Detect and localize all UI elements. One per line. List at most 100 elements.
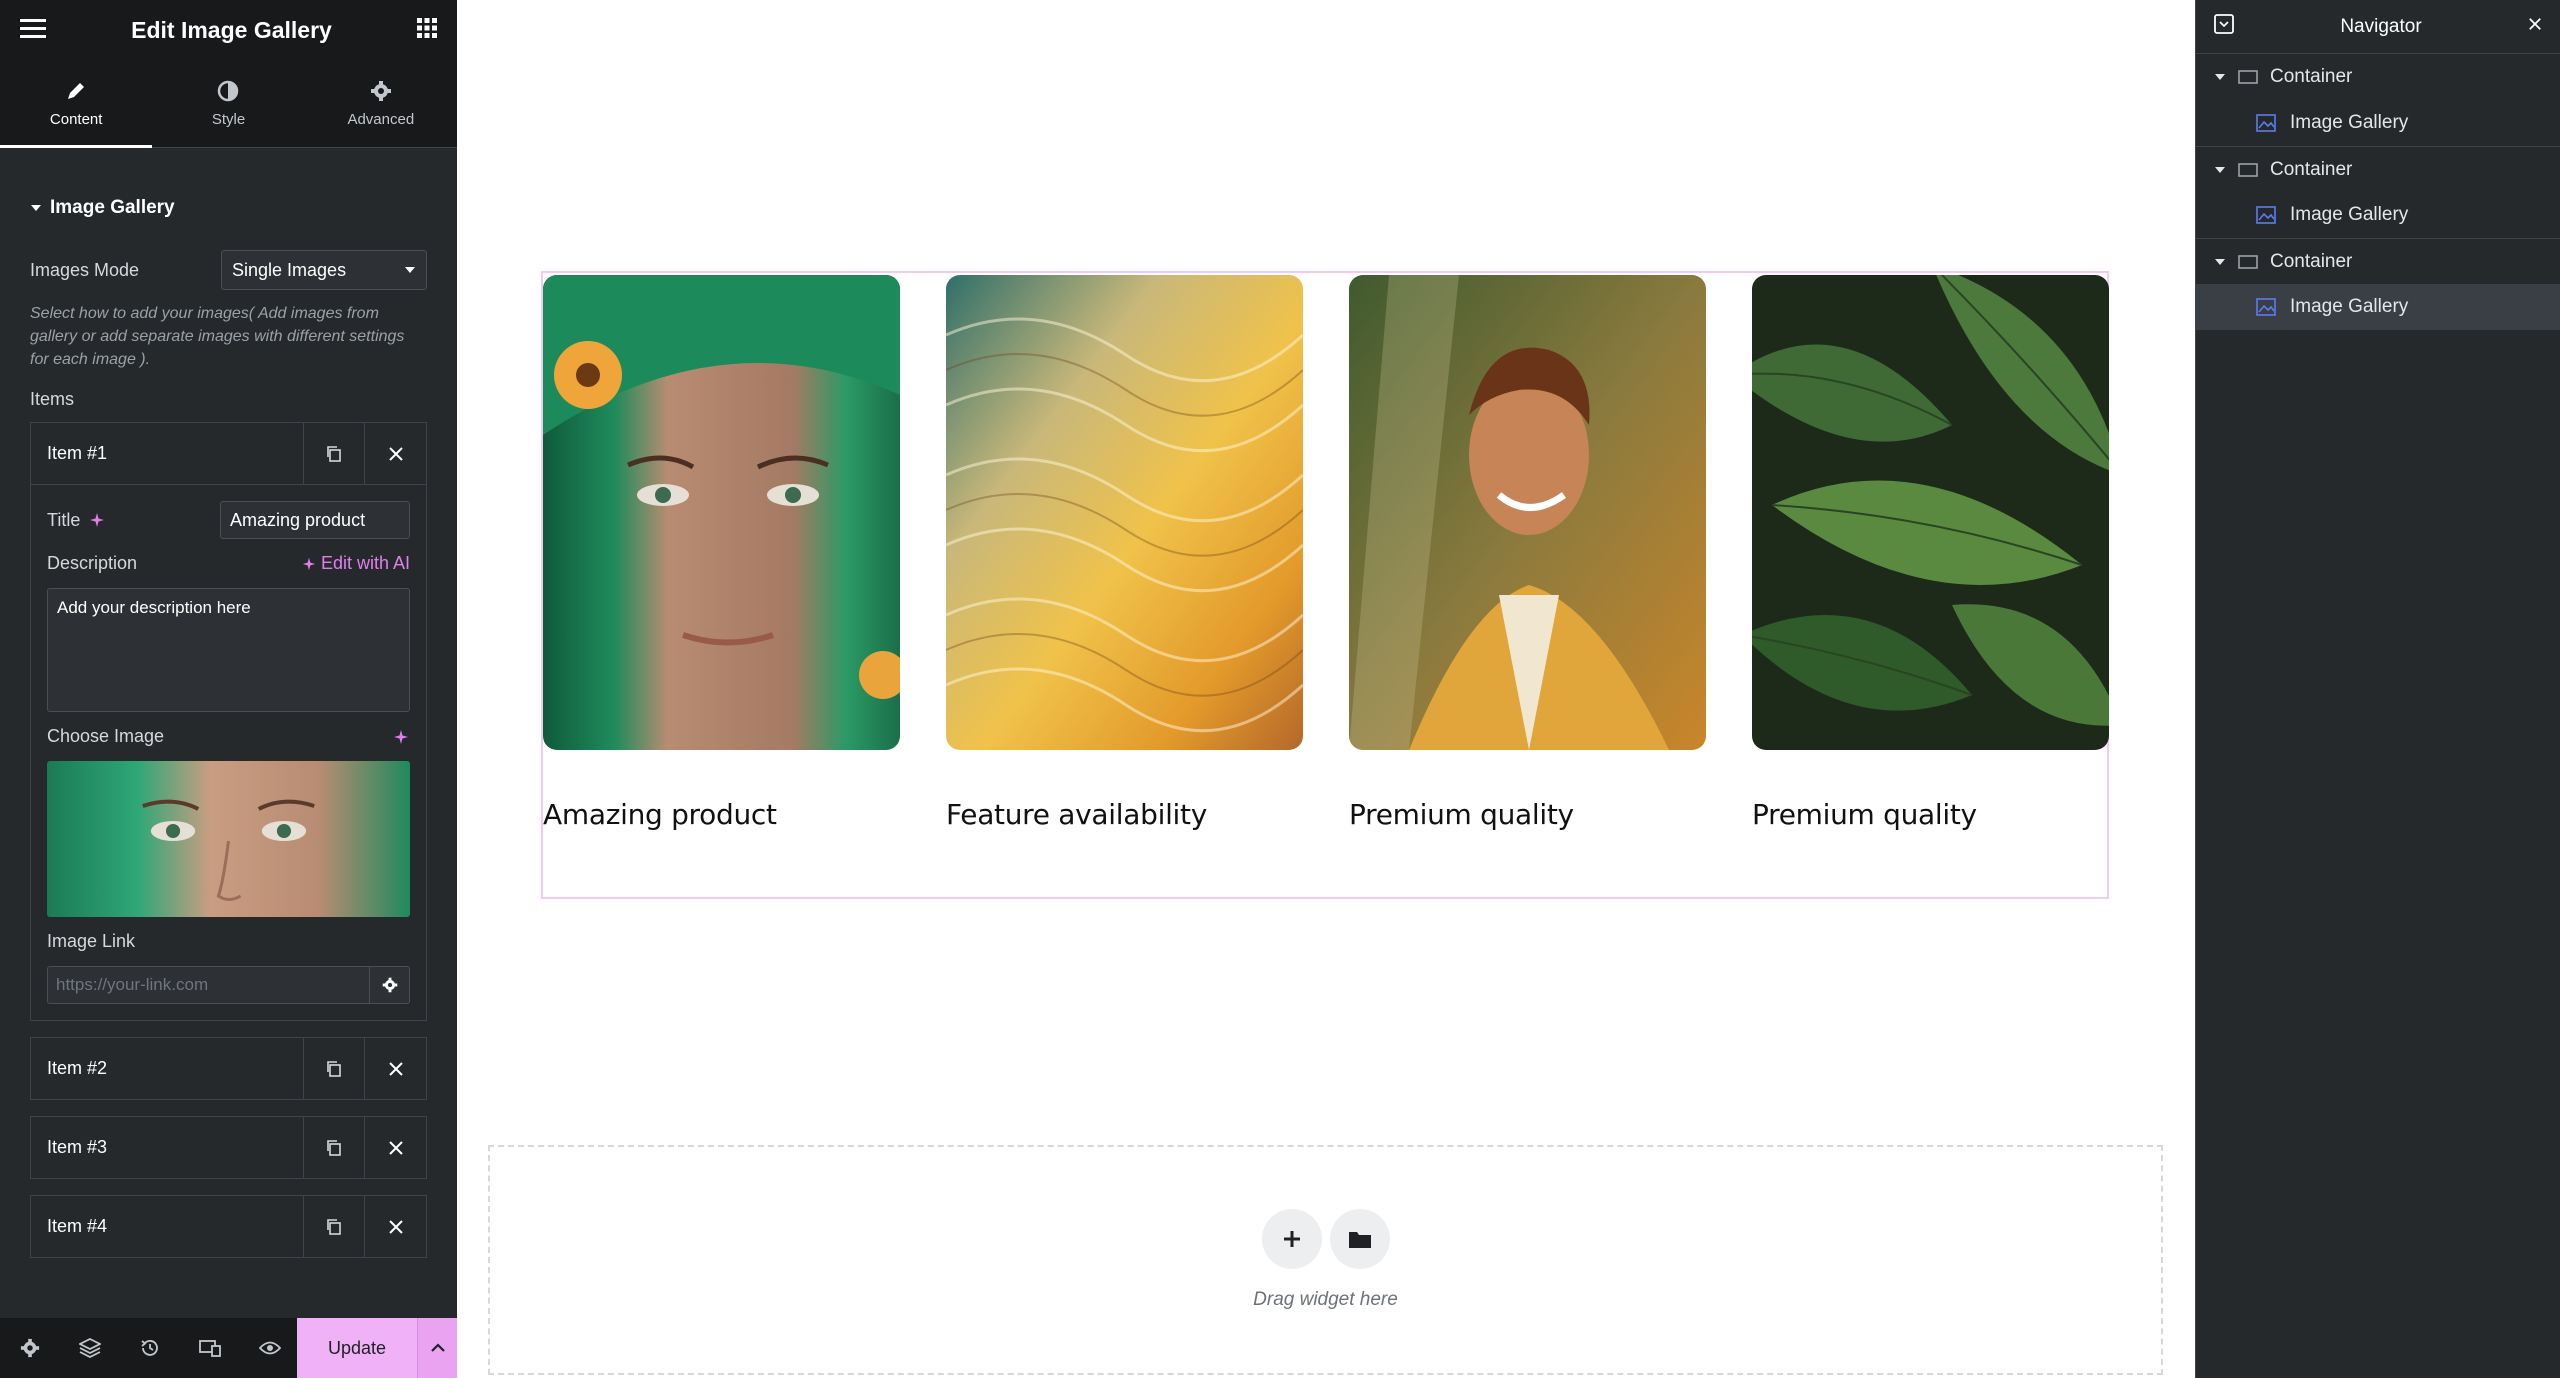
close-icon[interactable] [365, 423, 426, 484]
title-label-wrap: Title [47, 510, 106, 531]
image-gallery-icon [2256, 206, 2276, 224]
description-textarea[interactable]: Add your description here [47, 588, 410, 712]
items-label: Items [30, 389, 75, 409]
navigator-title: Navigator [2340, 15, 2422, 37]
navigator-container[interactable]: Container [2196, 146, 2560, 192]
link-settings-gear-icon[interactable] [369, 967, 409, 1003]
item-label[interactable]: Item #3 [31, 1117, 304, 1178]
gallery-image[interactable] [1752, 275, 2109, 750]
caret-down-icon[interactable] [2214, 256, 2226, 268]
navigator-label: Container [2270, 250, 2353, 272]
section-title: Image Gallery [50, 197, 175, 218]
repeater-item[interactable]: Item #4 [30, 1195, 427, 1258]
history-icon[interactable] [120, 1318, 180, 1378]
gallery-card[interactable]: Amazing product [543, 275, 900, 831]
description-label: Description [47, 553, 138, 573]
item-label[interactable]: Item #2 [31, 1038, 304, 1099]
tab-content[interactable]: Content [0, 61, 153, 148]
title-input[interactable]: Amazing product [220, 501, 410, 539]
gallery-image[interactable] [543, 275, 900, 750]
tab-label: Content [49, 111, 103, 128]
navigator-header: Navigator [2196, 0, 2560, 54]
preview-eye-icon[interactable] [240, 1318, 300, 1378]
panel-header: Edit Image Gallery [0, 0, 457, 61]
image-gallery-widget[interactable]: Amazing product Feature availability Pre… [541, 271, 2109, 899]
gallery-card[interactable]: Premium quality [1349, 275, 1706, 831]
gallery-image[interactable] [1349, 275, 1706, 750]
tab-label: Style [211, 111, 246, 128]
drop-zone-actions [1261, 1209, 1390, 1269]
close-icon[interactable] [365, 1117, 426, 1178]
editor-canvas: Amazing product Feature availability Pre… [457, 0, 2195, 1378]
images-mode-select[interactable]: Single Images [221, 250, 427, 290]
close-icon[interactable] [365, 1196, 426, 1257]
gallery-image[interactable] [946, 275, 1303, 750]
item-label[interactable]: Item #1 [31, 423, 304, 484]
chevron-down-icon [405, 267, 415, 273]
images-mode-label: Images Mode [30, 259, 140, 280]
add-section-button[interactable] [1261, 1209, 1322, 1269]
repeater-item[interactable]: Item #1 [30, 422, 427, 485]
navigator-label: Image Gallery [2290, 296, 2409, 317]
image-link-field[interactable]: https://your-link.com [47, 966, 410, 1004]
apps-grid-icon[interactable] [416, 18, 437, 43]
contrast-icon [218, 80, 239, 102]
pencil-icon [68, 83, 85, 99]
repeater-item[interactable]: Item #2 [30, 1037, 427, 1100]
navigator-widget[interactable]: Image Gallery [2196, 100, 2560, 146]
navigator-widget-selected[interactable]: Image Gallery [2196, 284, 2560, 330]
edit-with-ai-button[interactable]: Edit with AI [301, 553, 410, 574]
image-gallery-icon [2256, 114, 2276, 132]
ai-sparkle-icon[interactable] [392, 728, 410, 746]
gallery-card[interactable]: Feature availability [946, 275, 1303, 831]
tab-label: Advanced [347, 111, 415, 128]
responsive-icon[interactable] [180, 1318, 240, 1378]
navigator-widget[interactable]: Image Gallery [2196, 192, 2560, 238]
ai-sparkle-icon[interactable] [88, 511, 106, 529]
menu-icon[interactable] [20, 18, 46, 43]
close-icon[interactable] [2528, 17, 2542, 36]
add-template-button[interactable] [1329, 1209, 1390, 1269]
title-row: Title Amazing product [47, 501, 410, 539]
duplicate-icon[interactable] [304, 423, 365, 484]
editor-panel: Edit Image Gallery Content Style Advance… [0, 0, 457, 1378]
update-button[interactable]: Update [297, 1318, 417, 1378]
caret-down-icon[interactable] [2214, 164, 2226, 176]
image-thumbnail[interactable] [47, 761, 410, 917]
container-icon [2238, 70, 2258, 84]
duplicate-icon[interactable] [304, 1038, 365, 1099]
image-gallery-icon [2256, 298, 2276, 316]
images-mode-row: Images Mode Single Images [0, 250, 457, 290]
navigator-label: Image Gallery [2290, 204, 2409, 225]
navigator-container[interactable]: Container [2196, 238, 2560, 284]
caret-down-icon[interactable] [2214, 71, 2226, 83]
container-icon [2238, 254, 2258, 269]
repeater-item[interactable]: Item #3 [30, 1116, 427, 1179]
tab-style[interactable]: Style [152, 61, 304, 147]
gallery-card[interactable]: Premium quality [1752, 275, 2109, 831]
drop-zone[interactable]: Drag widget here [488, 1145, 2163, 1375]
gallery-caption: Premium quality [1349, 798, 1574, 831]
description-row: Description Edit with AI [47, 553, 410, 574]
navigator-panel: Navigator Container Image Gallery Contai… [2195, 0, 2560, 1378]
section-image-gallery[interactable]: Image Gallery [0, 178, 457, 238]
close-icon[interactable] [365, 1038, 426, 1099]
collapse-all-icon[interactable] [2214, 14, 2234, 39]
navigator-label: Image Gallery [2290, 112, 2409, 133]
navigator-container[interactable]: Container [2196, 54, 2560, 100]
duplicate-icon[interactable] [304, 1117, 365, 1178]
chevron-up-icon[interactable] [417, 1318, 457, 1378]
settings-gear-icon[interactable] [0, 1318, 60, 1378]
image-link-row: Image Link [47, 931, 410, 952]
panel-title: Edit Image Gallery [131, 17, 332, 43]
image-link-input[interactable]: https://your-link.com [48, 967, 369, 1003]
item-label[interactable]: Item #4 [31, 1196, 304, 1257]
ai-sparkle-icon [302, 557, 316, 570]
folder-icon [1348, 1232, 1371, 1248]
panel-footer: Update [0, 1318, 457, 1378]
duplicate-icon[interactable] [304, 1196, 365, 1257]
tab-advanced[interactable]: Advanced [305, 61, 457, 147]
gallery-caption: Feature availability [946, 798, 1207, 831]
layers-icon[interactable] [60, 1318, 120, 1378]
gallery-caption: Premium quality [1752, 798, 1977, 831]
